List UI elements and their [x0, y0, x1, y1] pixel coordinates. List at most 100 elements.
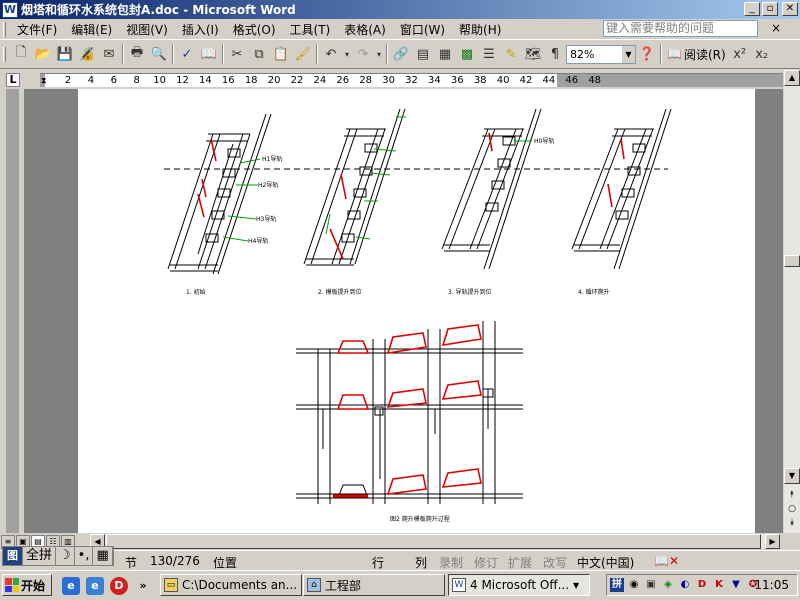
save-icon[interactable]: 💾	[54, 43, 76, 65]
scroll-right-icon[interactable]: ▶	[765, 534, 780, 549]
scroll-down-icon[interactable]: ▼	[784, 468, 800, 484]
menu-file[interactable]: 文件(F)	[10, 21, 64, 38]
menu-window[interactable]: 窗口(W)	[393, 21, 452, 38]
browse-object-icon[interactable]: ○	[784, 502, 800, 516]
menu-view[interactable]: 视图(V)	[119, 21, 175, 38]
ime-logo-icon[interactable]: 图	[3, 547, 23, 565]
ruler-tick: 32	[405, 75, 418, 86]
ime-mode-button[interactable]: 全拼	[23, 547, 57, 565]
menu-insert[interactable]: 插入(I)	[175, 21, 226, 38]
punctuation-icon[interactable]: •,	[75, 547, 94, 565]
undo-icon[interactable]: ↶	[320, 43, 342, 65]
superscript-button[interactable]: x²	[729, 43, 751, 65]
format-painter-icon[interactable]: 🖌	[292, 43, 314, 65]
status-revision[interactable]: 修订	[474, 554, 498, 571]
redo-icon[interactable]: ↷	[352, 43, 374, 65]
research-icon[interactable]: 📖	[198, 43, 220, 65]
sub-caption-2: 2. 模板提升到位	[318, 288, 362, 296]
subscript-button[interactable]: x₂	[751, 43, 773, 65]
menu-edit[interactable]: 编辑(E)	[64, 21, 119, 38]
ruler-tick: 24	[313, 75, 327, 86]
tables-borders-icon[interactable]: ▤	[412, 43, 434, 65]
windows-logo-icon	[5, 578, 19, 592]
insert-table-icon[interactable]: ▦	[434, 43, 456, 65]
tab-selector[interactable]: L	[6, 73, 20, 87]
reading-layout-button[interactable]: 📖 阅读(R)	[664, 46, 729, 63]
download-tool-icon[interactable]: D	[110, 577, 128, 595]
input-method-icon[interactable]: 拼	[610, 578, 624, 592]
display-icon[interactable]: ▼	[729, 578, 743, 592]
soft-keyboard-icon[interactable]: ▦	[93, 547, 113, 565]
print-icon[interactable]: 🖶	[126, 43, 148, 65]
qq-icon[interactable]: ◉	[627, 578, 641, 592]
vertical-scrollbar[interactable]: ▲ ▼ ⯭ ○ ⯯	[783, 70, 800, 533]
menu-format[interactable]: 格式(O)	[226, 21, 283, 38]
hscroll-thumb[interactable]	[106, 534, 761, 549]
help-icon[interactable]: ❓	[636, 43, 658, 65]
menu-table[interactable]: 表格(A)	[337, 21, 393, 38]
cut-icon[interactable]: ✂	[226, 43, 248, 65]
toolbar-grip[interactable]	[3, 46, 6, 62]
email-icon[interactable]: ✉	[98, 43, 120, 65]
indent-marker[interactable]: ⧗	[41, 74, 49, 87]
spelling-icon[interactable]: ✓	[176, 43, 198, 65]
title-bar: W 烟塔和循环水系统包封A.doc - Microsoft Word _ ▫ ✕	[0, 0, 800, 19]
document-area[interactable]: H1导轨 H2导轨 H3导轨 H4导轨 H0导轨 1. 初始 2. 模板提升到位…	[24, 89, 783, 533]
menu-tools[interactable]: 工具(T)	[283, 21, 338, 38]
ruler-tick: 6	[110, 75, 117, 86]
quicklaunch-expand-icon[interactable]: »	[134, 577, 152, 595]
toolbar-grip[interactable]	[3, 21, 6, 37]
copy-icon[interactable]: ⧉	[248, 43, 270, 65]
open-folder-icon[interactable]: 📂	[32, 43, 54, 65]
previous-page-icon[interactable]: ⯭	[784, 488, 800, 502]
antivirus-icon[interactable]: K	[712, 578, 726, 592]
sound-icon[interactable]: ◐	[678, 578, 692, 592]
paste-icon[interactable]: 📋	[270, 43, 292, 65]
show-hide-icon[interactable]: ¶	[544, 43, 566, 65]
permission-icon[interactable]: 🔏	[76, 43, 98, 65]
new-document-icon[interactable]: 🗋	[10, 43, 32, 65]
scroll-up-icon[interactable]: ▲	[784, 70, 800, 86]
print-preview-icon[interactable]: 🔍	[148, 43, 170, 65]
drawing-icon[interactable]: ✎	[500, 43, 522, 65]
ie-browser-icon[interactable]: e	[86, 577, 104, 595]
menu-help[interactable]: 帮助(H)	[452, 21, 508, 38]
network-status-icon[interactable]: ▣	[644, 578, 658, 592]
chevron-down-icon[interactable]: ▼	[622, 45, 635, 63]
climbing-formwork-drawing: H1导轨 H2导轨 H3导轨 H4导轨 H0导轨 1. 初始 2. 模板提升到位…	[164, 108, 672, 523]
hyperlink-icon[interactable]: 🔗	[390, 43, 412, 65]
reading-label: 阅读(R)	[683, 47, 726, 62]
minimize-button[interactable]: _	[744, 2, 760, 16]
next-page-icon[interactable]: ⯯	[784, 516, 800, 530]
stage-label-h4: H4导轨	[248, 237, 268, 245]
start-button[interactable]: 开始	[2, 574, 52, 596]
document-close-button[interactable]: ×	[771, 21, 781, 35]
maximize-button[interactable]: ▫	[762, 2, 778, 16]
insert-excel-icon[interactable]: ▩	[456, 43, 478, 65]
status-overtype[interactable]: 改写	[543, 554, 567, 571]
ruler-tick: 30	[382, 75, 395, 86]
internet-explorer-icon[interactable]: e	[62, 577, 80, 595]
undo-dropdown-icon[interactable]: ▾	[342, 43, 352, 65]
toolbar-separator	[316, 44, 318, 64]
moon-icon[interactable]: ☽	[56, 547, 75, 565]
redo-dropdown-icon[interactable]: ▾	[374, 43, 384, 65]
close-button[interactable]: ✕	[782, 2, 798, 16]
help-search-input[interactable]: 键入需要帮助的问题	[603, 20, 758, 37]
document-page[interactable]: H1导轨 H2导轨 H3导轨 H4导轨 H0导轨 1. 初始 2. 模板提升到位…	[78, 89, 755, 533]
download-tray-icon[interactable]: D	[695, 578, 709, 592]
scroll-thumb[interactable]	[784, 255, 800, 267]
taskbar-network[interactable]: ⌂ 工程部	[303, 574, 445, 596]
zoom-select[interactable]: 82% ▼	[566, 44, 636, 64]
horizontal-scrollbar[interactable]: ◀ ▶	[90, 534, 780, 549]
spelling-status-icon[interactable]: 📖✕	[654, 554, 679, 568]
taskbar-word[interactable]: W 4 Microsoft Off... ▼	[448, 574, 590, 596]
status-extend[interactable]: 扩展	[508, 554, 532, 571]
columns-icon[interactable]: ☰	[478, 43, 500, 65]
document-map-icon[interactable]: 🗺	[522, 43, 544, 65]
horizontal-ruler[interactable]: ⧗ 2 4 6 8 10 12 14 16 18 20 22 24 26 28 30 32 34 36 38 40 42…	[40, 73, 783, 87]
taskbar-explorer[interactable]: ▭ C:\Documents an...	[160, 574, 302, 596]
status-record[interactable]: 录制	[439, 554, 463, 571]
status-language[interactable]: 中文(中国)	[577, 554, 634, 571]
security-icon[interactable]: ◈	[661, 578, 675, 592]
